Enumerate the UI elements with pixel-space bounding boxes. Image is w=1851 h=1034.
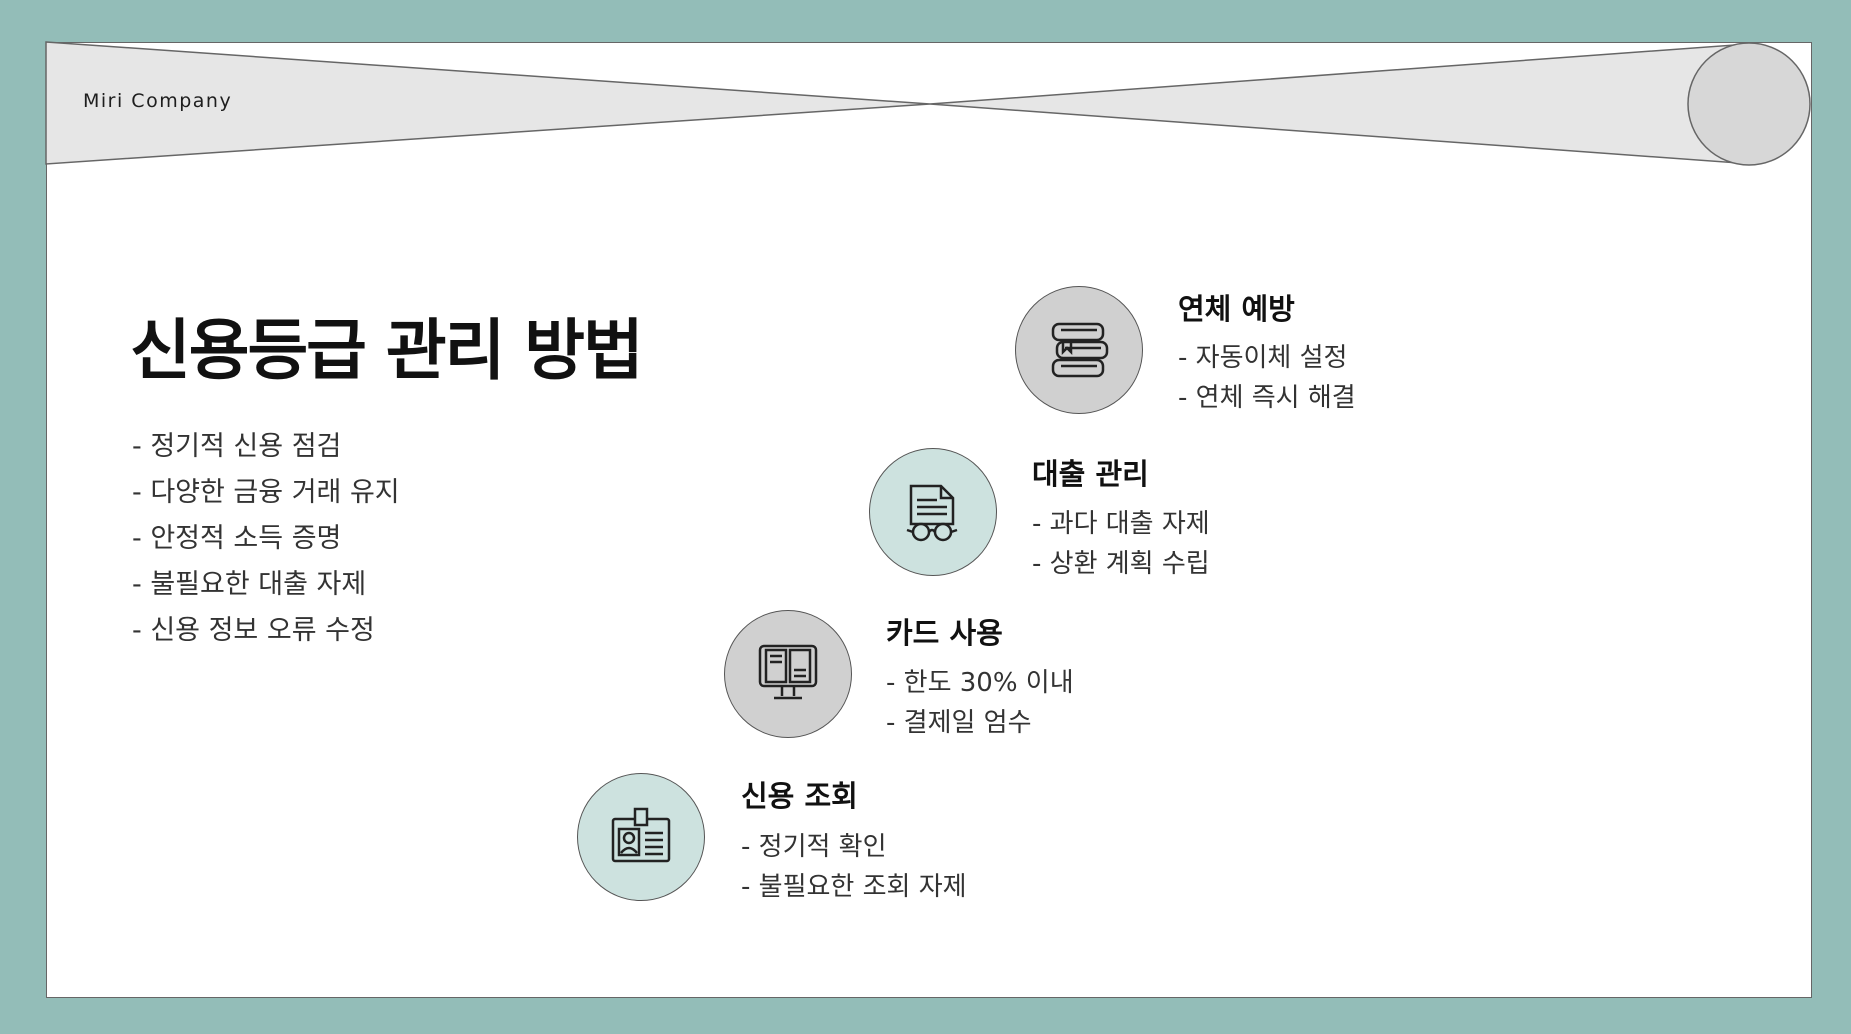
page-title: 신용등급 관리 방법 bbox=[130, 312, 644, 389]
list-item: - 다양한 금융 거래 유지 bbox=[132, 477, 400, 508]
step-detail: - 정기적 확인 bbox=[741, 832, 887, 862]
step-icon-circle bbox=[724, 610, 852, 738]
step-detail: - 과다 대출 자제 bbox=[1032, 509, 1210, 539]
step-detail: - 불필요한 조회 자제 bbox=[741, 872, 967, 902]
step-detail: - 한도 30% 이내 bbox=[886, 668, 1074, 698]
company-name: Miri Company bbox=[83, 90, 233, 112]
step-title: 대출 관리 bbox=[1032, 457, 1149, 491]
step-detail: - 결제일 엄수 bbox=[886, 708, 1032, 738]
step-icon-circle bbox=[869, 448, 997, 576]
list-item: - 안정적 소득 증명 bbox=[132, 523, 342, 554]
document-glasses-icon bbox=[906, 484, 958, 542]
ebook-monitor-icon bbox=[758, 644, 818, 700]
step-detail: - 연체 즉시 해결 bbox=[1178, 383, 1356, 413]
step-title: 연체 예방 bbox=[1178, 292, 1295, 326]
tips-list: - 정기적 신용 점검 - 다양한 금융 거래 유지 - 안정적 소득 증명 -… bbox=[132, 424, 400, 654]
list-item: - 정기적 신용 점검 bbox=[132, 431, 342, 462]
list-item: - 신용 정보 오류 수정 bbox=[132, 615, 375, 646]
step-icon-circle bbox=[1015, 286, 1143, 414]
step-title: 카드 사용 bbox=[886, 616, 1003, 650]
books-icon bbox=[1051, 322, 1109, 378]
step-detail: - 자동이체 설정 bbox=[1178, 343, 1348, 373]
id-card-icon bbox=[611, 807, 671, 863]
step-icon-circle bbox=[577, 773, 705, 901]
step-detail: - 상환 계획 수립 bbox=[1032, 549, 1210, 579]
list-item: - 불필요한 대출 자제 bbox=[132, 569, 367, 600]
step-title: 신용 조회 bbox=[741, 779, 858, 813]
